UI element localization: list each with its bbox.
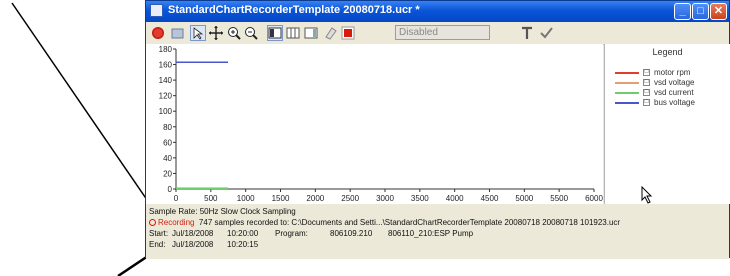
start-date: Jul/18/2008 [172, 229, 214, 238]
legend-label: vsd voltage [654, 78, 695, 87]
window-title: StandardChartRecorderTemplate 20080718.u… [168, 4, 420, 16]
layout2-icon[interactable] [285, 25, 301, 41]
program-name: 806110_210:ESP Pump [388, 229, 474, 238]
x-tick-label: 2000 [306, 194, 324, 203]
y-tick-label: 20 [163, 169, 172, 178]
start-label: Start: [149, 229, 169, 238]
y-tick-label: 180 [159, 45, 173, 54]
x-tick-label: 3500 [411, 194, 429, 203]
app-icon[interactable] [150, 4, 163, 17]
y-tick-label: 80 [163, 123, 172, 132]
legend-checkbox[interactable]: □ [643, 79, 650, 86]
legend-swatch [615, 102, 639, 104]
sample-rate-text: Sample Rate: 50Hz Slow Clock Sampling [149, 207, 296, 216]
legend-checkbox[interactable]: □ [643, 69, 650, 76]
layout3-icon[interactable] [303, 25, 319, 41]
recording-indicator-icon [149, 219, 156, 226]
stop-icon[interactable] [340, 25, 356, 41]
x-tick-label: 0 [174, 194, 179, 203]
zoom-in-icon[interactable] [226, 25, 242, 41]
x-tick-label: 1000 [237, 194, 255, 203]
annotation-arrow-upper [11, 2, 157, 214]
x-tick-label: 4000 [446, 194, 464, 203]
start-time: 10:20:00 [227, 229, 259, 238]
mouse-pointer-icon [641, 185, 653, 209]
x-tick-label: 3000 [376, 194, 394, 203]
legend-label: motor rpm [654, 68, 691, 77]
legend-label: vsd current [654, 88, 694, 97]
end-label: End: [149, 240, 166, 249]
check-icon[interactable] [538, 25, 554, 41]
recording-status-row: Recording 747 samples recorded to: C:\Do… [149, 218, 620, 227]
y-tick-label: 120 [159, 92, 173, 101]
legend-title: Legend [652, 47, 683, 57]
line-chart[interactable]: 0 20 40 60 80 100 120 140 160 180 0 500 1000 1500 2000… [146, 44, 604, 204]
legend-checkbox[interactable]: □ [643, 89, 650, 96]
legend-swatch [615, 92, 639, 94]
x-tick-label: 5500 [550, 194, 568, 203]
minimize-button[interactable]: _ [674, 3, 691, 20]
select-icon[interactable] [190, 25, 206, 41]
y-tick-label: 0 [168, 185, 173, 194]
properties-icon[interactable] [170, 25, 186, 41]
y-tick-label: 160 [159, 61, 173, 70]
end-time: 10:20:15 [227, 240, 259, 249]
recording-label: Recording [158, 218, 195, 227]
app-window: StandardChartRecorderTemplate 20080718.u… [145, 0, 730, 259]
toolbar: Disabled [146, 22, 729, 45]
pan-icon[interactable] [208, 25, 224, 41]
info-panel: Sample Rate: 50Hz Slow Clock Sampling Re… [146, 204, 729, 259]
legend-checkbox[interactable]: □ [643, 99, 650, 106]
recording-details: 747 samples recorded to: C:\Documents an… [198, 218, 621, 227]
text-icon[interactable] [519, 25, 535, 41]
zoom-out-icon[interactable] [243, 25, 259, 41]
x-tick-label: 4500 [481, 194, 499, 203]
y-tick-label: 140 [159, 76, 173, 85]
legend-panel: Legend □ motor rpm □ vsd voltage □ vsd c… [604, 44, 730, 204]
end-date: Jul/18/2008 [172, 240, 214, 249]
eraser-icon[interactable] [323, 25, 339, 41]
x-tick-label: 500 [204, 194, 218, 203]
legend-label: bus voltage [654, 98, 695, 107]
program-id: 806109.210 [330, 229, 373, 238]
maximize-button[interactable]: □ [692, 3, 709, 20]
record-icon[interactable] [150, 25, 166, 41]
x-tick-label: 2500 [341, 194, 359, 203]
close-button[interactable]: ✕ [710, 3, 727, 20]
y-tick-label: 40 [163, 154, 172, 163]
x-tick-label: 6000 [585, 194, 603, 203]
program-label: Program: [275, 229, 308, 238]
legend-swatch [615, 82, 639, 84]
y-tick-label: 60 [163, 138, 172, 147]
chart-panel[interactable]: 0 20 40 60 80 100 120 140 160 180 0 500 1000 1500 2000… [146, 44, 603, 204]
x-tick-label: 5000 [515, 194, 533, 203]
layout1-icon[interactable] [267, 25, 283, 41]
title-bar[interactable]: StandardChartRecorderTemplate 20080718.u… [146, 1, 729, 22]
y-tick-label: 100 [159, 107, 173, 116]
legend-swatch [615, 72, 639, 74]
recorder-status-field: Disabled [395, 25, 490, 40]
x-tick-label: 1500 [272, 194, 290, 203]
